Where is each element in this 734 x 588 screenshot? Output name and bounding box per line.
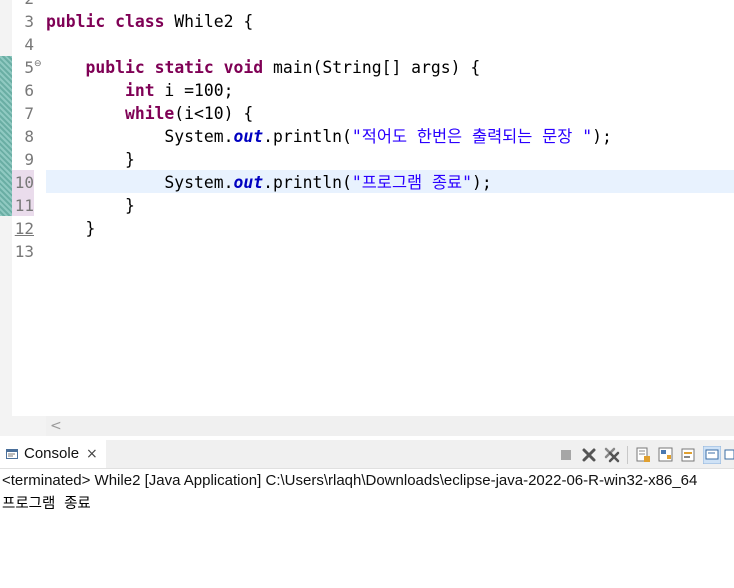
line-number: 4: [24, 35, 34, 54]
code-token: );: [592, 127, 612, 146]
console-output[interactable]: 프로그램 종료: [2, 494, 91, 514]
scroll-lock-icon[interactable]: [634, 446, 652, 464]
line-number: 2: [12, 0, 34, 10]
terminate-icon[interactable]: [557, 446, 575, 464]
code-line[interactable]: }: [46, 194, 135, 217]
quick-diff-change-bar: [0, 56, 12, 216]
line-number: 8: [24, 127, 34, 146]
code-token: i =100;: [154, 81, 234, 100]
code-token: System.: [46, 173, 234, 192]
code-line[interactable]: }: [46, 217, 95, 240]
keyword-token: int: [124, 81, 155, 100]
code-token: }: [46, 219, 96, 238]
launch-status: <terminated> While2 [Java Application] C…: [2, 472, 698, 489]
keyword-token: public: [46, 12, 106, 31]
display-selected-console-icon[interactable]: [724, 446, 734, 464]
keyword-token: while: [124, 104, 175, 123]
show-on-output-icon[interactable]: [680, 446, 698, 464]
code-line[interactable]: while(i<10) {: [46, 102, 253, 125]
line-number: 7: [24, 104, 34, 123]
code-line[interactable]: }: [46, 148, 135, 171]
code-token: }: [46, 196, 135, 215]
remove-all-terminated-icon[interactable]: [603, 446, 621, 464]
string-literal: "적어도 한번은 출력되는 문장 ": [351, 127, 593, 146]
code-token: }: [46, 150, 135, 169]
line-number: 5: [24, 58, 34, 77]
code-line[interactable]: public class While2 {: [46, 10, 253, 33]
tab-console[interactable]: Console ×: [0, 440, 106, 468]
word-wrap-icon[interactable]: [657, 446, 675, 464]
toolbar-separator: [627, 446, 628, 464]
code-token: .println(: [263, 173, 352, 192]
line-number: 12: [14, 219, 34, 238]
fold-collapse-icon[interactable]: ⊖: [34, 58, 42, 70]
code-line[interactable]: public static void main(String[] args) {: [46, 56, 480, 79]
code-token: System.: [46, 127, 234, 146]
close-icon[interactable]: ×: [86, 440, 98, 468]
keyword-token: class: [115, 12, 165, 31]
keyword-token: void: [223, 58, 264, 77]
code-token: .println(: [263, 127, 352, 146]
remove-launch-icon[interactable]: [580, 446, 598, 464]
string-literal: "프로그램 종료": [351, 173, 473, 192]
code-token: );: [472, 173, 492, 192]
line-number: 3: [24, 12, 34, 31]
scroll-left-icon[interactable]: <: [50, 416, 62, 436]
code-line[interactable]: System.out.println("프로그램 종료");: [46, 171, 492, 194]
line-number: 13: [14, 242, 34, 261]
code-token: main(String[] args) {: [263, 58, 481, 77]
code-token: (i<10) {: [174, 104, 254, 123]
keyword-token: public: [85, 58, 145, 77]
line-number: 6: [24, 81, 34, 100]
keyword-token: static: [154, 58, 214, 77]
line-number: 10: [14, 173, 34, 192]
code-editor[interactable]: ⊖ 2 3 4 5 6 7 8 9 10 11 12 13 public class While2 {…: [0, 0, 734, 416]
line-number: 11: [14, 196, 34, 215]
code-token: While2 {: [164, 12, 254, 31]
horizontal-scrollbar[interactable]: <: [46, 416, 734, 436]
static-field-token: out: [233, 173, 264, 192]
code-line[interactable]: int i =100;: [46, 79, 234, 102]
console-tab-label: Console: [24, 445, 80, 462]
console-view-toolbar: Console ×: [0, 440, 734, 469]
ruler-corner: [0, 416, 46, 436]
line-number: 9: [24, 150, 34, 169]
console-icon: [6, 449, 18, 459]
static-field-token: out: [233, 127, 264, 146]
code-line[interactable]: System.out.println("적어도 한번은 출력되는 문장 ");: [46, 125, 612, 148]
pin-console-icon[interactable]: [703, 446, 721, 464]
